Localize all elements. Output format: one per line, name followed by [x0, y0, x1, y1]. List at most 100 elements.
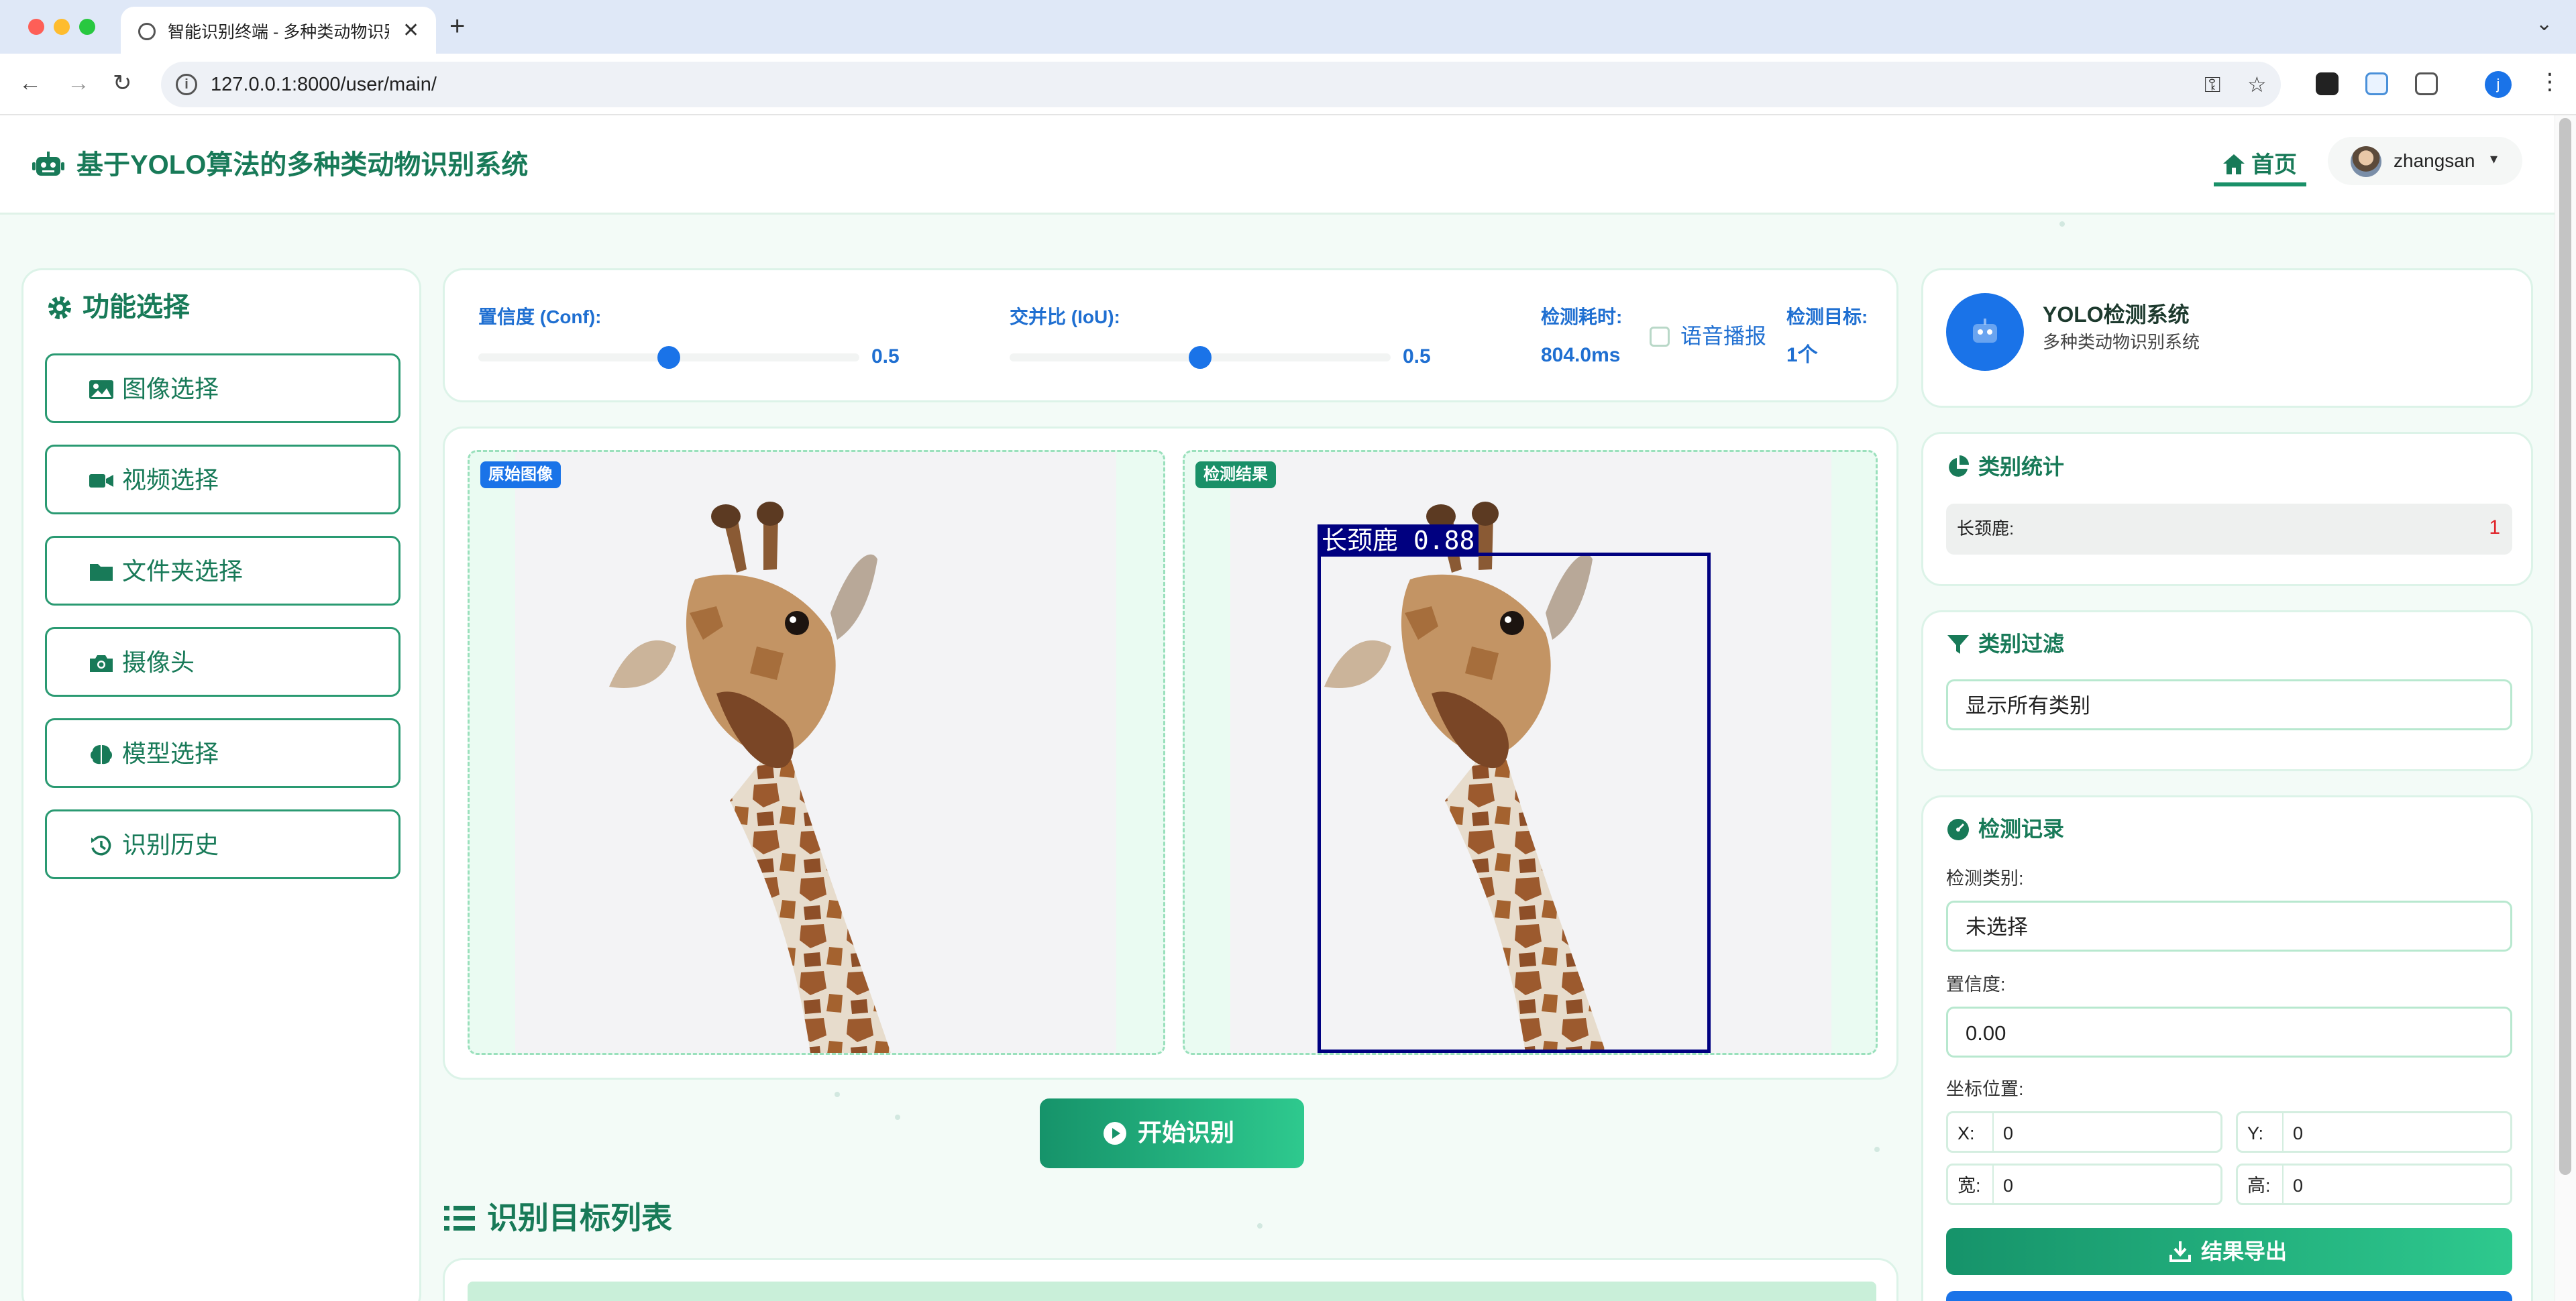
coord-field-label: 坐标位置:	[1946, 1079, 2024, 1099]
x-label: X:	[1957, 1123, 1975, 1143]
page-scrollbar[interactable]	[2555, 115, 2576, 1301]
image-select-button[interactable]: 图像选择	[45, 353, 400, 423]
background-dot	[895, 1115, 900, 1120]
original-image-frame: 原始图像	[468, 450, 1165, 1055]
system-name: YOLO检测系统	[2043, 302, 2190, 327]
width-field[interactable]: 宽: 0	[1946, 1164, 2222, 1205]
giraffe-image	[515, 452, 1116, 1053]
panel-title: 功能选择	[83, 292, 190, 322]
video-select-label: 视频选择	[122, 466, 219, 494]
detection-label: 长颈鹿 0.88	[1318, 524, 1479, 557]
table-header	[468, 1282, 1876, 1301]
home-icon	[2223, 154, 2245, 174]
iou-slider[interactable]	[1010, 346, 1391, 369]
camera-label: 摄像头	[122, 648, 195, 676]
system-subtitle: 多种类动物识别系统	[2043, 332, 2200, 352]
browser-tabbar: 智能识别终端 - 多种类动物识别 ✕ + ⌄	[0, 0, 2576, 54]
camera-icon	[90, 655, 113, 672]
pie-chart-icon	[1949, 455, 1969, 477]
image-select-label: 图像选择	[122, 375, 219, 402]
reload-icon[interactable]: ↻	[113, 68, 132, 98]
confidence-field[interactable]: 0.00	[1946, 1007, 2512, 1058]
caret-down-icon: ▾	[2490, 150, 2498, 167]
app-header: 基于YOLO算法的多种类动物识别系统 首页 zhangsan ▾	[0, 115, 2555, 215]
extension-icon[interactable]	[2365, 72, 2388, 95]
system-logo	[1946, 293, 2024, 371]
history-button[interactable]: 识别历史	[45, 809, 400, 879]
key-icon[interactable]: ⚿	[2204, 72, 2220, 97]
puzzle-icon[interactable]	[2415, 72, 2438, 95]
target-value: 1个	[1786, 344, 1818, 366]
user-menu[interactable]: zhangsan ▾	[2328, 137, 2522, 185]
download-icon	[2169, 1241, 2191, 1262]
folder-select-button[interactable]: 文件夹选择	[45, 536, 400, 606]
maximize-window-button[interactable]	[79, 19, 95, 35]
divider	[2282, 1166, 2284, 1203]
new-tab-button[interactable]: +	[449, 9, 465, 43]
voice-label[interactable]: 语音播报	[1680, 323, 1766, 349]
model-select-label: 模型选择	[122, 740, 219, 767]
class-field-label: 检测类别:	[1946, 868, 2024, 889]
width-label: 宽:	[1957, 1176, 1981, 1196]
detection-bounding-box	[1318, 553, 1711, 1053]
start-detection-button[interactable]: 开始识别	[1040, 1098, 1304, 1168]
list-icon	[444, 1206, 475, 1231]
class-filter-card: 类别过滤 显示所有类别	[1921, 610, 2533, 771]
class-filter-select[interactable]: 显示所有类别	[1946, 679, 2512, 730]
tab-close-icon[interactable]: ✕	[402, 19, 419, 43]
globe-icon	[138, 23, 156, 40]
app-root: 智能识别终端 - 多种类动物识别 ✕ + ⌄ ← → ↻ i 127.0.0.1…	[0, 0, 2576, 1301]
background-dot	[1257, 1223, 1263, 1229]
site-info-icon[interactable]: i	[176, 74, 197, 95]
browser-tab[interactable]: 智能识别终端 - 多种类动物识别 ✕	[121, 7, 436, 54]
minimize-window-button[interactable]	[54, 19, 70, 35]
close-window-button[interactable]	[28, 19, 44, 35]
address-bar[interactable]: i 127.0.0.1:8000/user/main/ ⚿ ☆	[161, 62, 2281, 107]
x-field[interactable]: X: 0	[1946, 1111, 2222, 1153]
robot-icon	[1973, 319, 1997, 343]
iou-slider-handle[interactable]	[1189, 346, 1212, 369]
forward-icon[interactable]: →	[67, 68, 90, 98]
background-dot	[1874, 1147, 1880, 1152]
export-results-button[interactable]: 结果导出	[1946, 1228, 2512, 1275]
detection-record-card: 检测记录 检测类别: 未选择 置信度: 0.00 坐标位置: X: 0 Y: 0…	[1921, 795, 2533, 1301]
camera-button[interactable]: 摄像头	[45, 627, 400, 697]
y-field[interactable]: Y: 0	[2236, 1111, 2512, 1153]
tab-search-icon[interactable]: ⌄	[2536, 12, 2553, 36]
filter-icon	[1947, 635, 1969, 654]
result-image: 长颈鹿 0.88	[1230, 452, 1831, 1053]
secondary-action-button[interactable]	[1946, 1291, 2512, 1301]
browser-menu-icon[interactable]: ⋮	[2538, 68, 2561, 95]
gauge-icon	[1947, 819, 1969, 840]
model-select-button[interactable]: 模型选择	[45, 718, 400, 788]
video-icon	[89, 474, 113, 488]
height-field[interactable]: 高: 0	[2236, 1164, 2512, 1205]
target-list-title: 识别目标列表	[487, 1200, 672, 1235]
bookmark-star-icon[interactable]: ☆	[2247, 72, 2267, 97]
class-filter-value: 显示所有类别	[1966, 694, 2090, 718]
url-text[interactable]: 127.0.0.1:8000/user/main/	[211, 72, 437, 97]
height-label: 高:	[2247, 1176, 2271, 1196]
video-select-button[interactable]: 视频选择	[45, 445, 400, 514]
time-value: 804.0ms	[1541, 344, 1621, 366]
folder-icon	[90, 564, 113, 581]
iou-label: 交并比 (IoU):	[1010, 306, 1120, 327]
history-label: 识别历史	[122, 831, 219, 858]
class-stats-title: 类别统计	[1978, 455, 2065, 479]
stat-class-name: 长颈鹿:	[1957, 518, 2015, 539]
voice-checkbox[interactable]	[1650, 327, 1670, 347]
iou-value: 0.5	[1403, 345, 1431, 367]
page-title: 基于YOLO算法的多种类动物识别系统	[76, 150, 529, 180]
profile-avatar[interactable]: j	[2485, 71, 2512, 98]
class-field[interactable]: 未选择	[1946, 901, 2512, 952]
scrollbar-thumb[interactable]	[2559, 118, 2571, 1175]
extension-icon[interactable]	[2316, 72, 2339, 95]
conf-slider[interactable]	[478, 346, 859, 369]
class-stats-card: 类别统计 长颈鹿: 1	[1921, 432, 2533, 586]
nav-home[interactable]: 首页	[2214, 148, 2306, 186]
result-image-frame: 长颈鹿 0.88 检测结果	[1183, 450, 1878, 1055]
back-icon[interactable]: ←	[19, 68, 42, 98]
divider	[1992, 1113, 1994, 1151]
conf-slider-handle[interactable]	[657, 346, 680, 369]
image-display-panel: 原始图像 长颈鹿 0.88 检测结果	[443, 427, 1898, 1080]
